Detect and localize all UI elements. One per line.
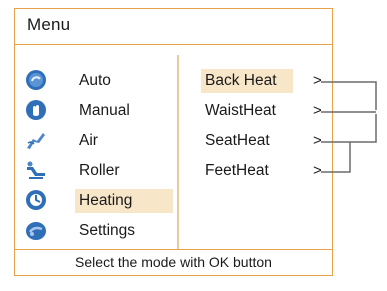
menu-item-air[interactable]: Air <box>25 129 175 153</box>
heat-item-feet[interactable]: FeetHeat > <box>201 159 341 183</box>
settings-icon <box>25 219 47 241</box>
menu-item-label: Heating <box>75 189 173 213</box>
heating-icon <box>25 189 47 211</box>
roller-chair-icon <box>25 159 47 181</box>
column-divider <box>177 55 179 249</box>
menu-item-label: Air <box>79 132 98 149</box>
menu-item-label: Roller <box>79 162 120 179</box>
menu-item-heating[interactable]: Heating <box>25 189 175 213</box>
menu-title: Menu <box>27 15 71 34</box>
hint-text: Select the mode with OK button <box>75 254 272 270</box>
chevron-right-icon: > <box>313 72 322 89</box>
heat-item-label: SeatHeat <box>205 132 270 149</box>
chevron-right-icon: > <box>313 162 322 179</box>
air-massage-icon <box>25 129 47 151</box>
heat-item-back[interactable]: Back Heat > <box>201 69 341 93</box>
menu-item-roller[interactable]: Roller <box>25 159 175 183</box>
chevron-right-icon: > <box>313 132 322 149</box>
heat-item-label: WaistHeat <box>205 102 276 119</box>
title-bar: Menu <box>15 9 332 45</box>
heat-item-label: Back Heat <box>201 69 293 93</box>
menu-item-manual[interactable]: Manual <box>25 99 175 123</box>
auto-mode-icon <box>25 69 47 91</box>
chevron-right-icon: > <box>313 102 322 119</box>
status-hint-bar: Select the mode with OK button <box>15 249 332 275</box>
menu-panel: Menu Auto Manual Air Roller Heating Sett… <box>14 8 333 276</box>
menu-item-label: Auto <box>79 72 111 89</box>
heat-item-waist[interactable]: WaistHeat > <box>201 99 341 123</box>
menu-item-label: Manual <box>79 102 130 119</box>
menu-item-label: Settings <box>79 222 136 239</box>
menu-item-settings[interactable]: Settings <box>25 219 175 243</box>
manual-hand-icon <box>25 99 47 121</box>
heat-item-label: FeetHeat <box>205 162 269 179</box>
menu-item-auto[interactable]: Auto <box>25 69 175 93</box>
heat-item-seat[interactable]: SeatHeat > <box>201 129 341 153</box>
